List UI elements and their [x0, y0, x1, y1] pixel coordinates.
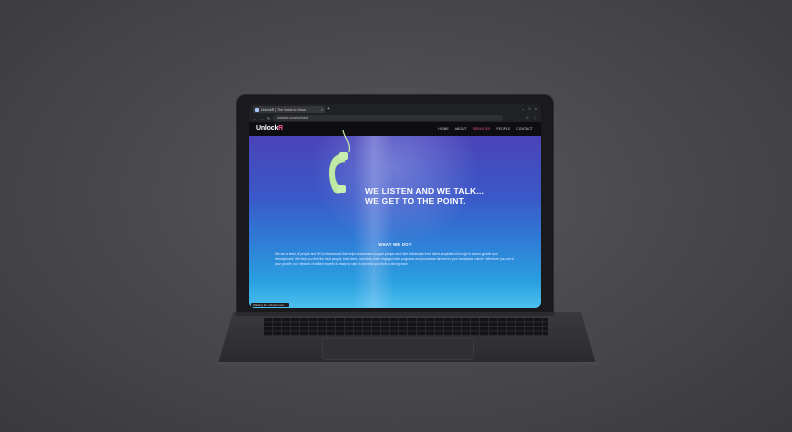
browser-menu-icon[interactable]: ⋮ — [533, 115, 537, 120]
bookmark-star-icon[interactable]: ☆ — [525, 115, 529, 120]
browser-toolbar: ← → ↻ unlockr.com/contact ☆ ⋮ — [249, 114, 541, 122]
telephone-handset-icon — [328, 130, 350, 194]
hero-headline: WE LISTEN AND WE TALK... WE GET TO THE P… — [365, 186, 525, 206]
what-we-do-body: We are a team of people and HR professio… — [275, 252, 515, 266]
logo-main-text: Unlock — [256, 125, 279, 132]
window-controls: – □ × — [522, 106, 537, 111]
main-menu: HOME ABOUT SERVICES PEOPLE CONTACT — [438, 127, 533, 131]
browser-tab[interactable]: UnlockR | The Voice to Grow × — [253, 106, 325, 113]
site-logo[interactable]: UnlockR — [256, 125, 283, 132]
site-header: UnlockR HOME ABOUT SERVICES PEOPLE CONTA… — [249, 122, 541, 136]
hero-section: WE LISTEN AND WE TALK... WE GET TO THE P… — [249, 130, 541, 308]
back-icon[interactable]: ← — [253, 116, 257, 121]
trackpad — [322, 338, 474, 360]
tab-close-icon[interactable]: × — [321, 107, 323, 112]
address-bar[interactable]: unlockr.com/contact — [273, 115, 503, 121]
new-tab-button[interactable]: + — [327, 106, 330, 112]
minimize-icon[interactable]: – — [522, 106, 524, 111]
nav-buttons: ← → ↻ — [249, 116, 270, 121]
maximize-icon[interactable]: □ — [528, 106, 530, 111]
favicon-icon — [255, 107, 259, 112]
menu-item-contact[interactable]: CONTACT — [516, 127, 533, 131]
laptop-front-edge — [214, 362, 600, 365]
close-window-icon[interactable]: × — [535, 106, 537, 111]
reload-icon[interactable]: ↻ — [267, 116, 270, 121]
menu-item-services[interactable]: SERVICES — [473, 127, 491, 131]
browser-chrome: UnlockR | The Voice to Grow × + – □ × ← … — [249, 104, 541, 122]
laptop-mockup: UnlockR | The Voice to Grow × + – □ × ← … — [0, 0, 792, 432]
menu-item-people[interactable]: PEOPLE — [496, 127, 510, 131]
browser-status-bar: Waiting for unlockr.com... — [251, 303, 289, 307]
menu-item-about[interactable]: ABOUT — [455, 127, 467, 131]
logo-accent-text: R — [278, 125, 283, 132]
forward-icon[interactable]: → — [260, 116, 264, 121]
extension-icons: ☆ ⋮ — [525, 115, 537, 120]
laptop-screen: UnlockR | The Voice to Grow × + – □ × ← … — [249, 104, 541, 308]
headline-line-2: WE GET TO THE POINT. — [365, 196, 466, 206]
tab-title: UnlockR | The Voice to Grow — [261, 107, 306, 112]
headline-line-1: WE LISTEN AND WE TALK... — [365, 186, 485, 196]
laptop-hinge — [236, 312, 554, 316]
keyboard — [264, 318, 548, 336]
menu-item-home[interactable]: HOME — [438, 127, 448, 131]
what-we-do-title: WHAT WE DO? — [378, 242, 412, 247]
